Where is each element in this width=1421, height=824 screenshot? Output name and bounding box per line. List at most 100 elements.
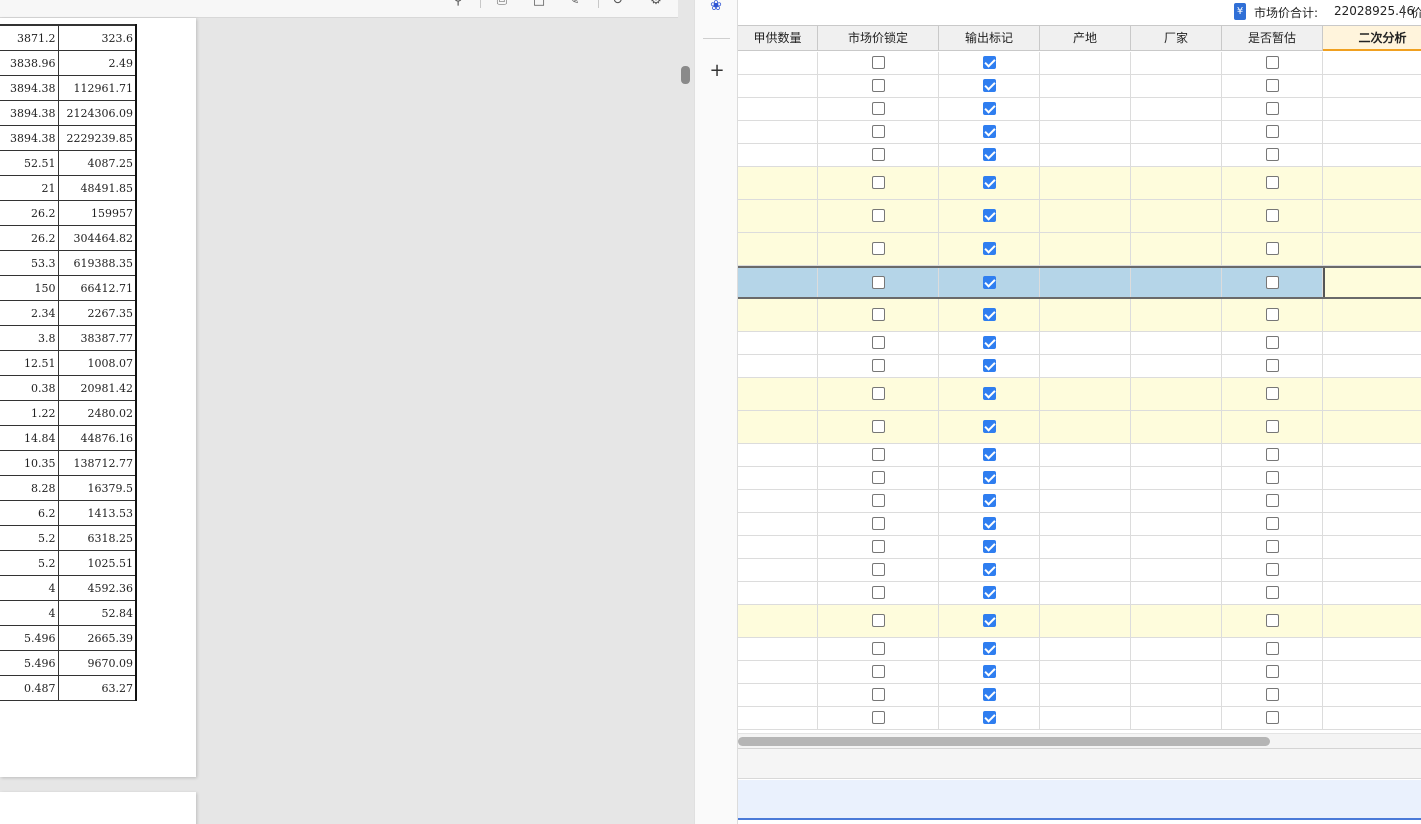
cell-price_lock[interactable] <box>818 684 939 706</box>
cell-jiagong_qty[interactable] <box>738 536 818 558</box>
cell-manufacturer[interactable] <box>1131 536 1222 558</box>
cell-output_flag[interactable] <box>939 684 1040 706</box>
table-row[interactable] <box>738 707 1421 730</box>
output_flag-checkbox[interactable] <box>982 359 996 372</box>
table-row[interactable] <box>738 144 1421 167</box>
cell-manufacturer[interactable] <box>1131 299 1222 331</box>
output_flag-checkbox[interactable] <box>982 563 996 576</box>
cell-jiagong_qty[interactable] <box>738 233 818 265</box>
cell-provisional[interactable] <box>1222 661 1323 683</box>
cell-provisional[interactable] <box>1222 605 1323 637</box>
cell-secondary[interactable] <box>1323 605 1421 637</box>
cell-manufacturer[interactable] <box>1131 167 1222 199</box>
price_lock-checkbox[interactable] <box>871 420 885 433</box>
cell-manufacturer[interactable] <box>1131 444 1222 466</box>
column-header-jiagong_qty[interactable]: 甲供数量 <box>738 25 818 51</box>
provisional-checkbox[interactable] <box>1265 642 1279 655</box>
cell-jiagong_qty[interactable] <box>738 75 818 97</box>
cell-manufacturer[interactable] <box>1131 233 1222 265</box>
output_flag-checkbox[interactable] <box>982 308 996 321</box>
cell-price_lock[interactable] <box>818 75 939 97</box>
table-row[interactable] <box>738 378 1421 411</box>
cell-secondary[interactable] <box>1323 144 1421 166</box>
cell-provisional[interactable] <box>1222 559 1323 581</box>
cell-output_flag[interactable] <box>939 582 1040 604</box>
cell-jiagong_qty[interactable] <box>738 513 818 535</box>
cell-origin[interactable] <box>1040 605 1131 637</box>
cell-price_lock[interactable] <box>818 167 939 199</box>
column-header-output_flag[interactable]: 输出标记 <box>939 25 1040 51</box>
page-icon[interactable]: □ <box>531 0 547 8</box>
cell-jiagong_qty[interactable] <box>738 582 818 604</box>
cell-provisional[interactable] <box>1222 200 1323 232</box>
cell-origin[interactable] <box>1040 52 1131 74</box>
cell-output_flag[interactable] <box>939 75 1040 97</box>
cell-jiagong_qty[interactable] <box>738 144 818 166</box>
cell-secondary[interactable] <box>1323 490 1421 512</box>
cell-price_lock[interactable] <box>818 332 939 354</box>
cell-manufacturer[interactable] <box>1131 684 1222 706</box>
cell-output_flag[interactable] <box>939 661 1040 683</box>
cell-manufacturer[interactable] <box>1131 411 1222 443</box>
cell-price_lock[interactable] <box>818 378 939 410</box>
cell-jiagong_qty[interactable] <box>738 467 818 489</box>
table-row[interactable] <box>738 332 1421 355</box>
provisional-checkbox[interactable] <box>1265 586 1279 599</box>
cell-secondary[interactable] <box>1323 200 1421 232</box>
cell-output_flag[interactable] <box>939 299 1040 331</box>
cell-origin[interactable] <box>1040 661 1131 683</box>
price_lock-checkbox[interactable] <box>871 148 885 161</box>
output_flag-checkbox[interactable] <box>982 242 996 255</box>
cell-secondary[interactable] <box>1323 233 1421 265</box>
cell-price_lock[interactable] <box>818 98 939 120</box>
cell-price_lock[interactable] <box>818 638 939 660</box>
cell-jiagong_qty[interactable] <box>738 559 818 581</box>
cell-output_flag[interactable] <box>939 332 1040 354</box>
table-row[interactable] <box>738 513 1421 536</box>
provisional-checkbox[interactable] <box>1265 176 1279 189</box>
price_lock-checkbox[interactable] <box>871 642 885 655</box>
price_lock-checkbox[interactable] <box>871 102 885 115</box>
price_lock-checkbox[interactable] <box>871 242 885 255</box>
output_flag-checkbox[interactable] <box>982 387 996 400</box>
cell-provisional[interactable] <box>1222 75 1323 97</box>
cell-origin[interactable] <box>1040 444 1131 466</box>
provisional-checkbox[interactable] <box>1265 308 1279 321</box>
output_flag-checkbox[interactable] <box>982 125 996 138</box>
price_lock-checkbox[interactable] <box>871 387 885 400</box>
cell-output_flag[interactable] <box>939 513 1040 535</box>
output_flag-checkbox[interactable] <box>982 711 996 724</box>
table-row[interactable] <box>738 75 1421 98</box>
cell-provisional[interactable] <box>1222 513 1323 535</box>
cell-origin[interactable] <box>1040 513 1131 535</box>
provisional-checkbox[interactable] <box>1265 242 1279 255</box>
cell-jiagong_qty[interactable] <box>738 444 818 466</box>
table-row[interactable] <box>738 355 1421 378</box>
pdf-scrollbar-thumb[interactable] <box>681 66 690 84</box>
cell-jiagong_qty[interactable] <box>738 299 818 331</box>
output_flag-checkbox[interactable] <box>982 336 996 349</box>
cell-origin[interactable] <box>1040 684 1131 706</box>
cell-secondary[interactable] <box>1323 582 1421 604</box>
cell-price_lock[interactable] <box>818 513 939 535</box>
cell-provisional[interactable] <box>1222 467 1323 489</box>
provisional-checkbox[interactable] <box>1265 494 1279 507</box>
provisional-checkbox[interactable] <box>1265 359 1279 372</box>
cell-price_lock[interactable] <box>818 490 939 512</box>
provisional-checkbox[interactable] <box>1265 614 1279 627</box>
output_flag-checkbox[interactable] <box>982 494 996 507</box>
output_flag-checkbox[interactable] <box>982 275 996 289</box>
cell-provisional[interactable] <box>1222 707 1323 729</box>
cell-price_lock[interactable] <box>818 536 939 558</box>
cell-provisional[interactable] <box>1222 144 1323 166</box>
cell-output_flag[interactable] <box>939 167 1040 199</box>
price_lock-checkbox[interactable] <box>871 209 885 222</box>
output_flag-checkbox[interactable] <box>982 642 996 655</box>
cell-output_flag[interactable] <box>939 411 1040 443</box>
table-row[interactable] <box>738 444 1421 467</box>
footer-panel[interactable] <box>738 780 1421 820</box>
cell-jiagong_qty[interactable] <box>738 98 818 120</box>
cell-output_flag[interactable] <box>939 605 1040 637</box>
output_flag-checkbox[interactable] <box>982 448 996 461</box>
table-row[interactable] <box>738 661 1421 684</box>
